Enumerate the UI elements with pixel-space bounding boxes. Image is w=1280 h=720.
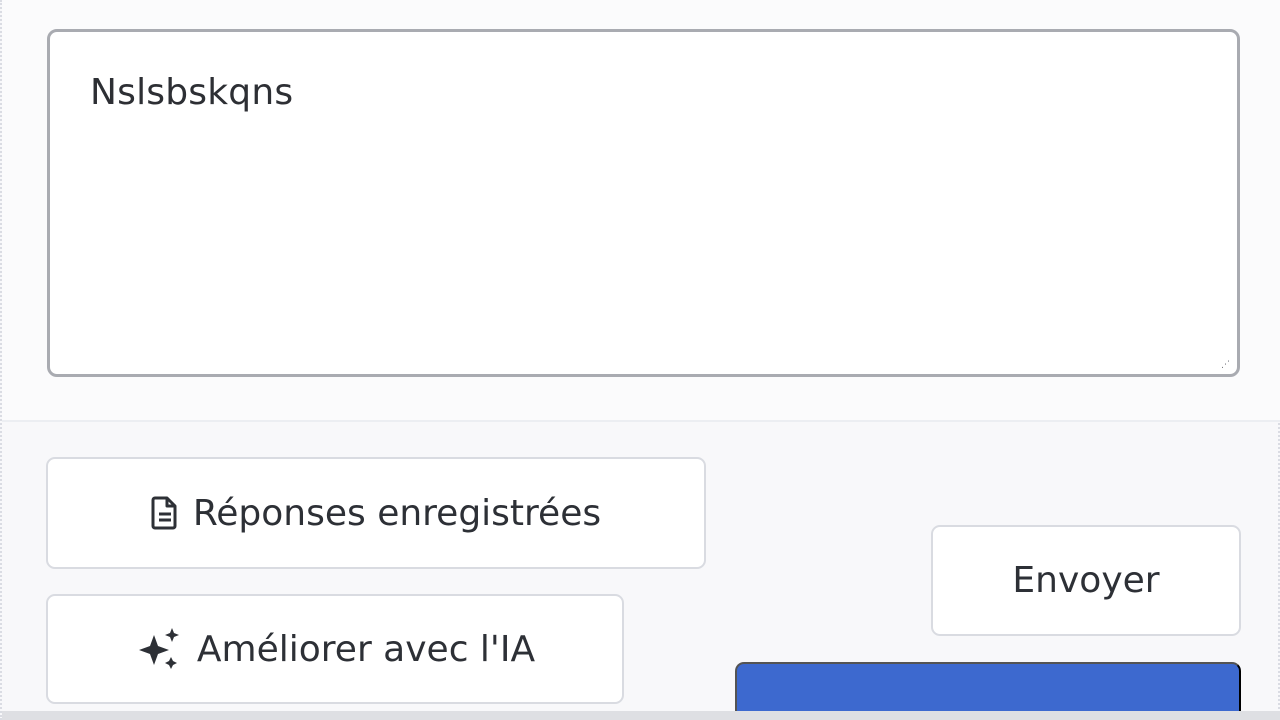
bottom-edge-strip — [2, 711, 1280, 720]
saved-responses-label: Réponses enregistrées — [192, 492, 602, 534]
message-composer-screen: Nslsbskqns ⋰ Réponses enregistrées Améli… — [0, 0, 1280, 720]
message-text-value: Nslsbskqns — [90, 72, 294, 113]
improve-with-ai-button[interactable]: Améliorer avec l'IA — [46, 594, 624, 704]
send-button-label: Envoyer — [1012, 560, 1160, 601]
section-divider — [2, 420, 1280, 422]
message-textarea[interactable]: Nslsbskqns ⋰ — [47, 29, 1240, 377]
resize-handle-icon[interactable]: ⋰ — [1221, 361, 1230, 370]
sparkle-icon — [135, 626, 183, 672]
improve-with-ai-label: Améliorer avec l'IA — [196, 628, 536, 670]
document-icon — [151, 496, 179, 530]
saved-responses-button[interactable]: Réponses enregistrées — [46, 457, 706, 569]
send-button[interactable]: Envoyer — [931, 525, 1241, 636]
message-input-panel: Nslsbskqns ⋰ — [2, 0, 1280, 420]
